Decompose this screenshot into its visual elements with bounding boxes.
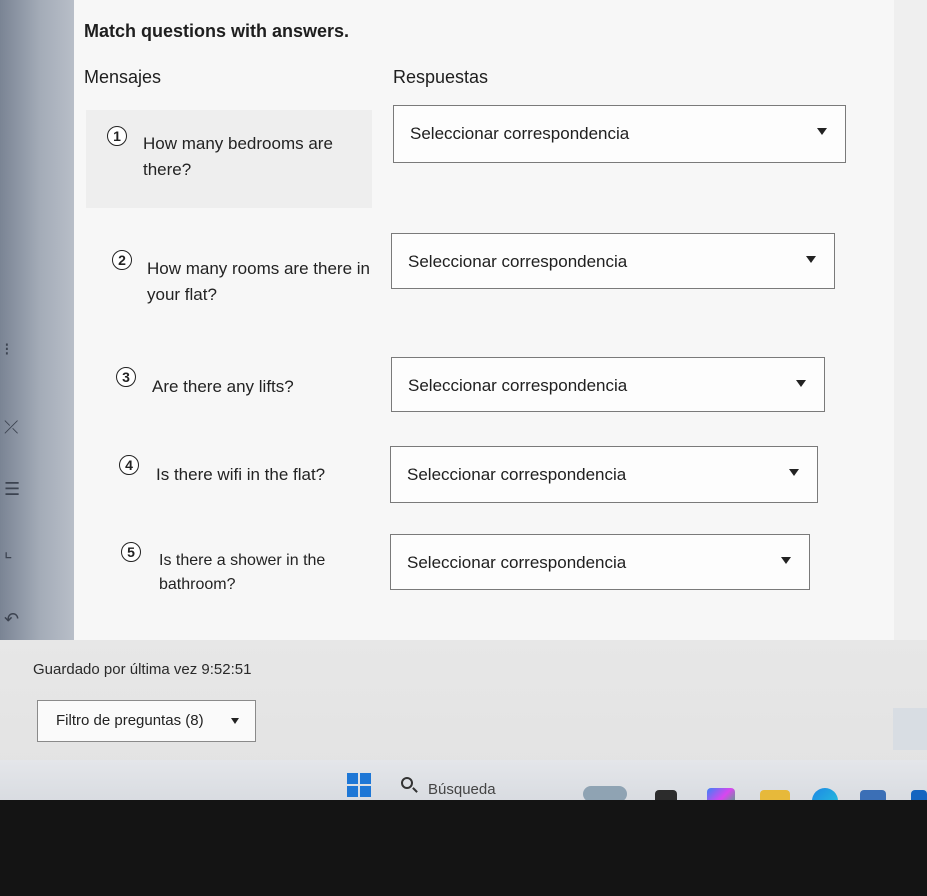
question-text: Are there any lifts? <box>152 377 294 396</box>
task-view-icon[interactable] <box>655 790 677 800</box>
sidebar-glyph-icon[interactable]: ⁝ <box>4 340 10 358</box>
filter-label: Filtro de preguntas (8) <box>56 712 204 729</box>
instruction-title: Match questions with answers. <box>84 21 350 41</box>
question-text: Is there a shower in the bathroom? <box>159 552 326 593</box>
caret-down-icon <box>806 256 816 263</box>
copilot-icon[interactable] <box>707 788 735 800</box>
select-label: Seleccionar correspondencia <box>410 124 630 143</box>
select-label: Seleccionar correspondencia <box>408 376 628 395</box>
sidebar-list-icon[interactable]: ☰ <box>4 480 20 498</box>
windows-start-icon[interactable] <box>347 773 371 797</box>
last-saved-status: Guardado por última vez 9:52:51 <box>33 661 252 678</box>
question-filter-button[interactable]: Filtro de preguntas (8) <box>37 700 256 742</box>
widgets-icon[interactable] <box>583 786 627 800</box>
store-icon[interactable] <box>860 790 886 800</box>
answer-select-2[interactable]: Seleccionar correspondencia <box>391 233 835 289</box>
sidebar-corner-icon[interactable]: ⌞ <box>4 542 12 560</box>
column-header-answers: Respuestas <box>393 67 489 87</box>
question-text: How many rooms are there in your flat? <box>147 259 370 304</box>
taskbar: Búsqueda <box>0 760 927 800</box>
question-number-badge: 4 <box>119 455 139 475</box>
question-number-badge: 3 <box>116 367 136 387</box>
answer-select-3[interactable]: Seleccionar correspondencia <box>391 357 825 412</box>
sidebar-back-icon[interactable]: ↶ <box>4 610 19 628</box>
answer-select-5[interactable]: Seleccionar correspondencia <box>390 534 810 590</box>
select-label: Seleccionar correspondencia <box>408 252 628 271</box>
answer-select-1[interactable]: Seleccionar correspondencia <box>393 105 846 163</box>
caret-down-icon <box>781 557 791 564</box>
right-panel-edge <box>893 708 927 750</box>
caret-down-icon <box>789 469 799 476</box>
left-sidebar: ⁝ ⤫ ☰ ⌞ ↶ <box>0 0 74 640</box>
question-number-badge: 5 <box>121 542 141 562</box>
monitor-bezel <box>0 800 927 896</box>
caret-down-icon <box>817 128 827 135</box>
file-explorer-icon[interactable] <box>760 790 790 800</box>
app-icon[interactable] <box>911 790 927 800</box>
column-header-messages: Mensajes <box>84 67 162 87</box>
question-number-badge: 1 <box>107 126 127 146</box>
screen: ⁝ ⤫ ☰ ⌞ ↶ Match questions with answers. … <box>0 0 927 800</box>
question-text: Is there wifi in the flat? <box>156 465 326 484</box>
edge-browser-icon[interactable] <box>812 788 838 800</box>
question-number-badge: 2 <box>112 250 132 270</box>
search-icon[interactable] <box>401 777 413 789</box>
question-text: How many bedrooms are there? <box>143 134 333 179</box>
taskbar-search-label[interactable]: Búsqueda <box>428 781 496 798</box>
caret-down-icon <box>231 718 239 724</box>
select-label: Seleccionar correspondencia <box>407 553 627 572</box>
select-label: Seleccionar correspondencia <box>407 465 627 484</box>
answer-select-4[interactable]: Seleccionar correspondencia <box>390 446 818 503</box>
right-gutter <box>894 0 927 640</box>
sidebar-expand-icon[interactable]: ⤫ <box>4 418 18 436</box>
caret-down-icon <box>796 380 806 387</box>
